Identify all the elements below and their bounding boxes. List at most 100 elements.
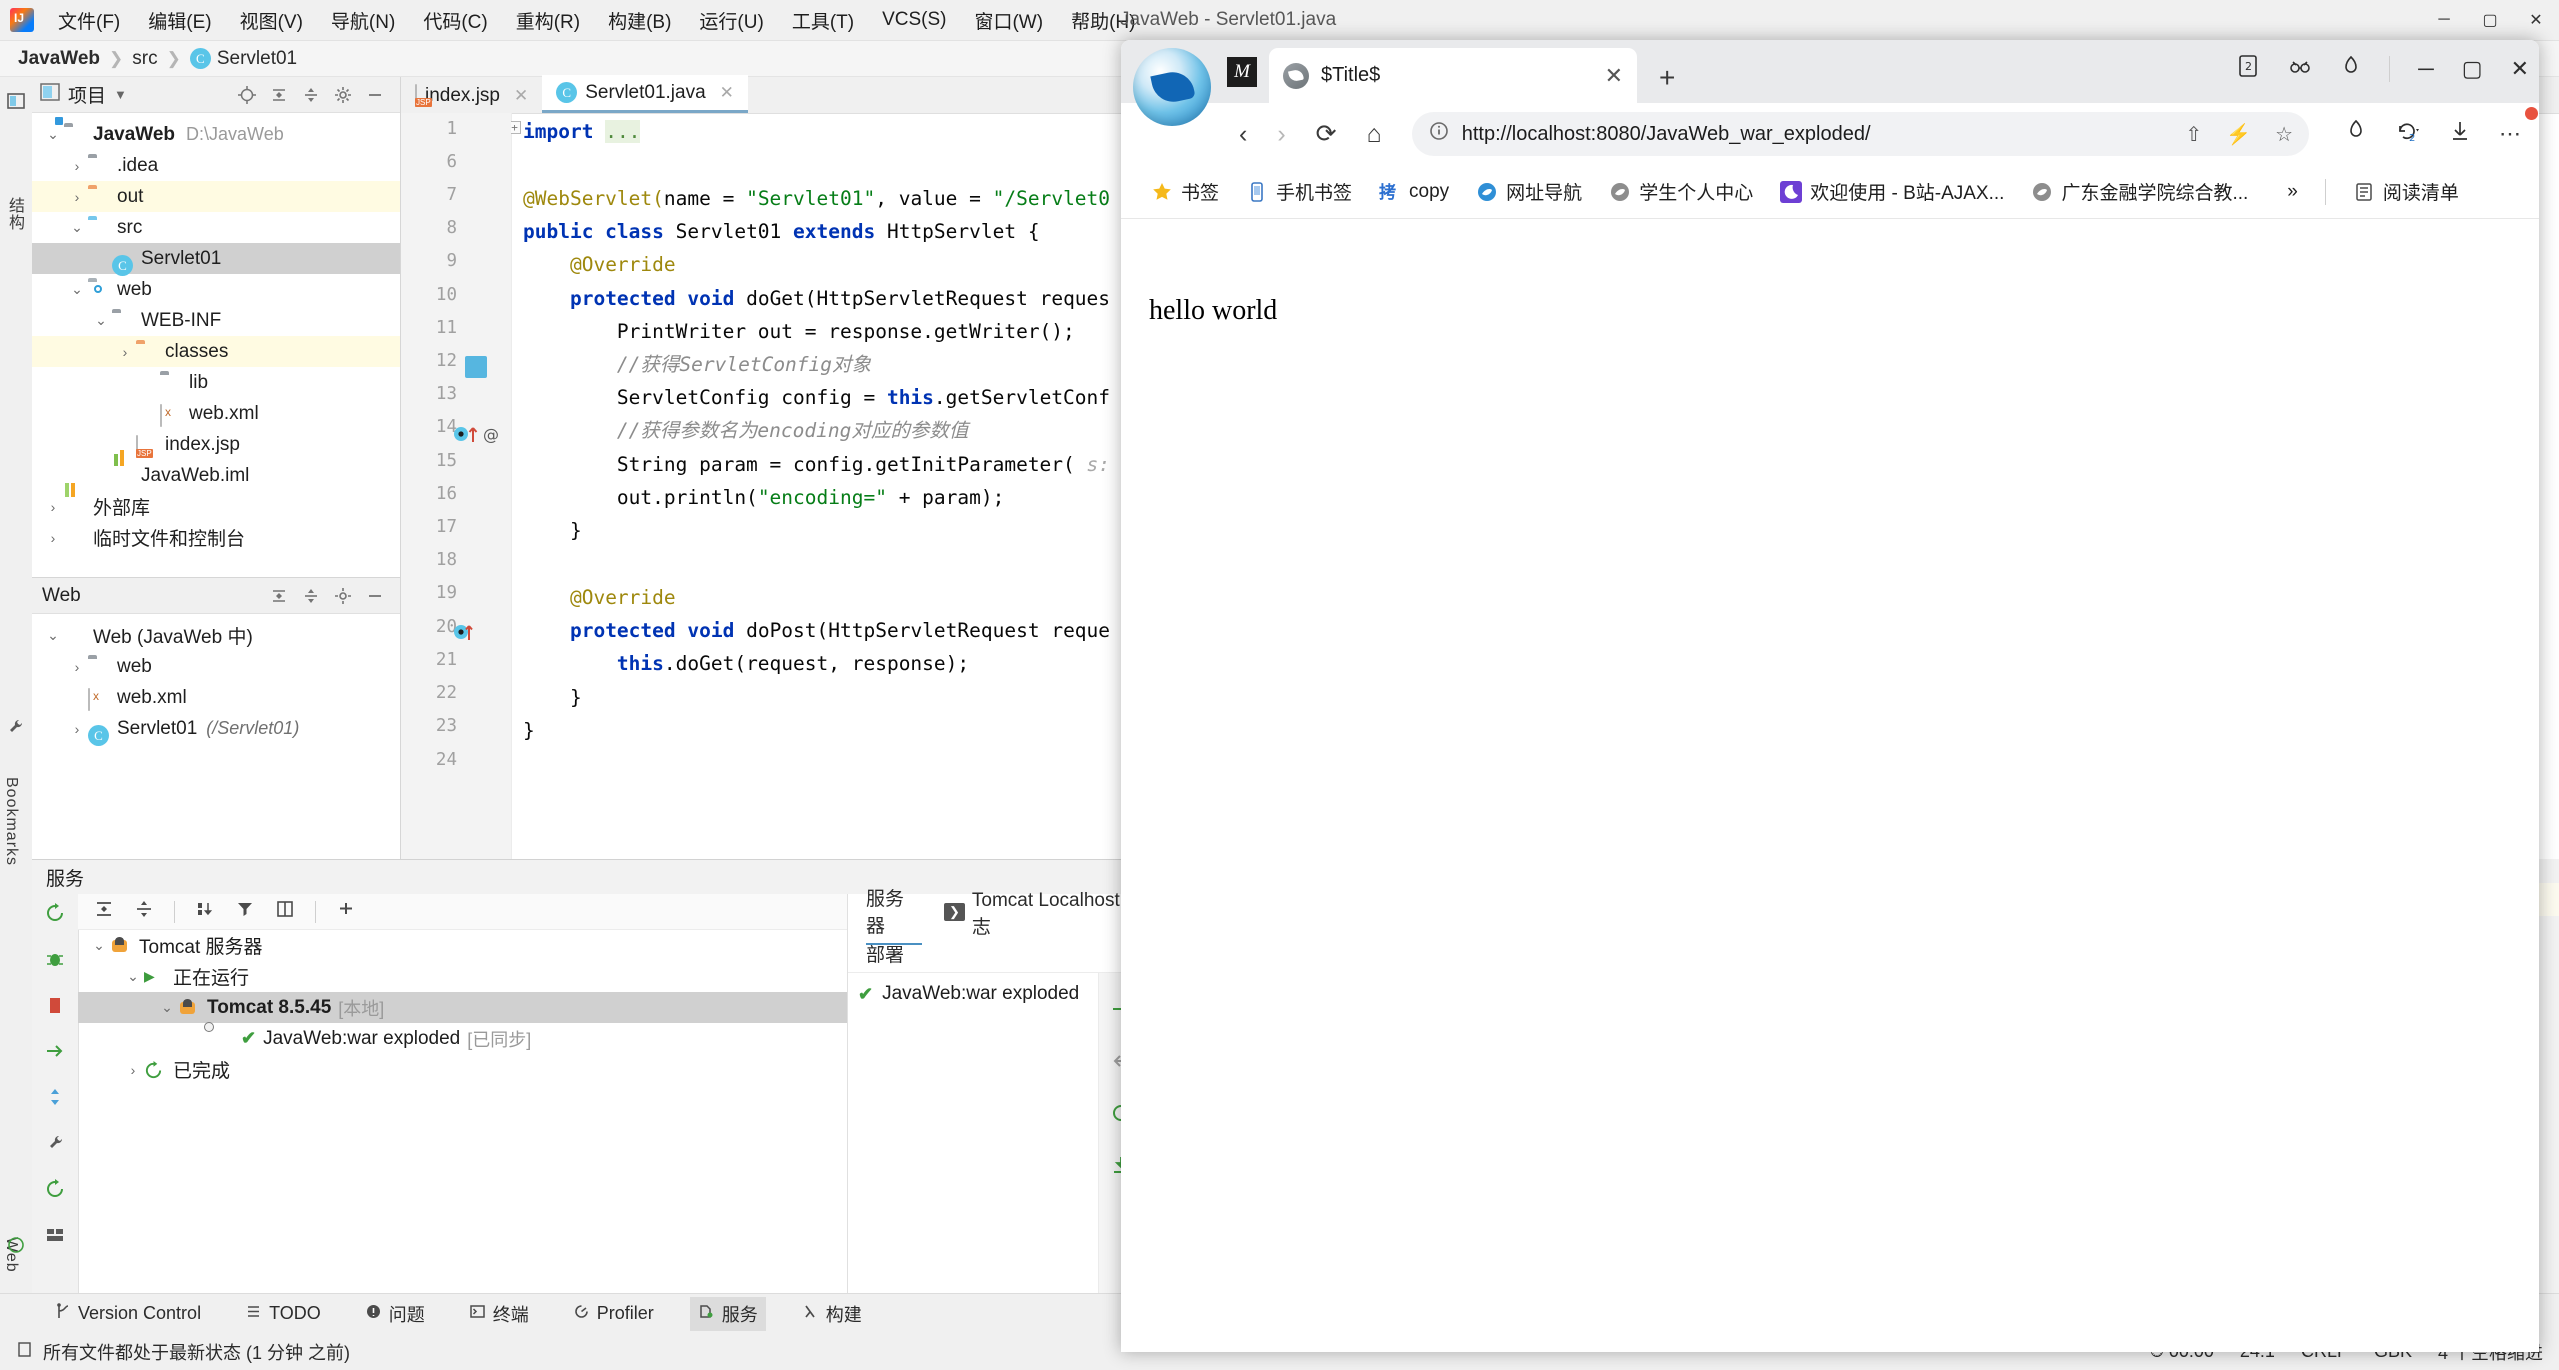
web-icon[interactable] — [6, 1235, 26, 1255]
tree-item-servlet01[interactable]: › C Servlet01 — [32, 243, 400, 274]
chevron-icon[interactable]: › — [66, 158, 88, 174]
filter-icon[interactable] — [235, 899, 255, 925]
history-icon[interactable]: 2 — [2395, 119, 2421, 149]
tab-list-icon[interactable]: 2 — [2237, 54, 2259, 84]
maximize-button[interactable]: ▢ — [2467, 10, 2513, 30]
toolwindow-terminal[interactable]: 终端 — [461, 1297, 537, 1331]
locate-icon[interactable] — [238, 86, 256, 104]
new-tab-button[interactable]: + — [1659, 62, 1675, 94]
bookmarks-tool-label[interactable]: Bookmarks — [2, 777, 20, 866]
chevron-icon[interactable]: ⌄ — [122, 968, 144, 985]
tree-item-src[interactable]: ⌄ src — [32, 212, 400, 243]
close-icon[interactable]: ✕ — [1605, 63, 1623, 89]
chevron-icon[interactable]: ⌄ — [66, 219, 88, 236]
breadcrumb-project[interactable]: JavaWeb — [18, 48, 100, 70]
gear-icon[interactable] — [334, 587, 352, 605]
close-button[interactable]: ✕ — [2511, 56, 2529, 82]
reading-list-button[interactable]: 阅读清单 — [2343, 173, 2469, 210]
tree-item-web-inf[interactable]: ⌄ WEB-INF — [32, 305, 400, 336]
profile-icon[interactable] — [2341, 55, 2361, 83]
bookmarks-overflow-button[interactable]: » — [2277, 176, 2308, 208]
web-tree-item-webxml[interactable]: › web.xml — [32, 682, 400, 713]
rerun-icon[interactable] — [44, 902, 66, 924]
minimize-button[interactable]: ─ — [2421, 11, 2467, 29]
menu-view[interactable]: 视图(V) — [226, 3, 317, 38]
menu-run[interactable]: 运行(U) — [685, 3, 777, 38]
menu-file[interactable]: 文件(F) — [44, 3, 134, 38]
update-icon[interactable] — [44, 1086, 66, 1108]
debug-icon[interactable] — [44, 948, 66, 970]
chevron-icon[interactable]: ⌄ — [88, 937, 110, 954]
browser-tab[interactable]: $Title$ ✕ — [1269, 48, 1637, 103]
override-gutter-icon[interactable]: @ — [453, 423, 499, 451]
close-icon[interactable]: ✕ — [720, 83, 734, 103]
fold-expand-icon[interactable]: + — [511, 121, 521, 134]
tree-item-web[interactable]: ⌄ web — [32, 274, 400, 305]
refresh-icon[interactable] — [44, 1178, 66, 1200]
menu-navigate[interactable]: 导航(N) — [317, 3, 409, 38]
menu-build[interactable]: 构建(B) — [594, 3, 685, 38]
lightning-icon[interactable]: ⚡ — [2226, 122, 2251, 147]
expand-all-icon[interactable] — [134, 899, 154, 925]
tree-item-iml[interactable]: › JavaWeb.iml — [32, 460, 400, 491]
m-extension-icon[interactable]: M — [1227, 57, 1257, 87]
tree-item-scratches[interactable]: › 临时文件和控制台 — [32, 522, 400, 553]
toolwindow-problems[interactable]: 问题 — [357, 1297, 433, 1331]
menu-refactor[interactable]: 重构(R) — [502, 3, 594, 38]
address-bar[interactable]: http://localhost:8080/JavaWeb_war_explod… — [1412, 112, 2309, 156]
chevron-icon[interactable]: › — [42, 530, 64, 546]
bookmark-student-center[interactable]: 学生个人中心 — [1599, 173, 1763, 210]
override-gutter-icon[interactable] — [453, 621, 473, 649]
collapse-all-icon[interactable] — [270, 86, 288, 104]
chevron-icon[interactable]: ⌄ — [42, 126, 64, 143]
web-tree-item-servlet01[interactable]: › C Servlet01 (/Servlet01) — [32, 713, 400, 744]
tree-item-out[interactable]: › out — [32, 181, 400, 212]
add-icon[interactable] — [336, 899, 356, 925]
tree-item-lib[interactable]: › lib — [32, 367, 400, 398]
structure-tool-label[interactable]: 结构 — [2, 197, 26, 231]
wrench-icon[interactable] — [6, 717, 26, 737]
tree-item-javaweb[interactable]: ⌄ JavaWeb D:\JavaWeb — [32, 119, 400, 150]
breadcrumb-folder[interactable]: src — [132, 48, 157, 70]
close-button[interactable]: ✕ — [2513, 10, 2559, 30]
menu-window[interactable]: 窗口(W) — [960, 3, 1057, 38]
expand-all-icon[interactable] — [302, 86, 320, 104]
deploy-icon[interactable] — [44, 1040, 66, 1062]
chevron-icon[interactable]: › — [114, 344, 136, 360]
menu-edit[interactable]: 编辑(E) — [134, 3, 225, 38]
reload-icon[interactable]: ⟳ — [1316, 119, 1337, 149]
settings-icon[interactable] — [44, 1132, 66, 1154]
share-icon[interactable]: ⇧ — [2185, 122, 2202, 147]
star-icon[interactable]: ☆ — [2275, 122, 2293, 147]
hide-panel-icon[interactable] — [366, 86, 384, 104]
chevron-icon[interactable]: ⌄ — [90, 312, 112, 329]
menu-tools[interactable]: 工具(T) — [778, 3, 868, 38]
tab-index-jsp[interactable]: index.jsp ✕ — [401, 78, 542, 113]
web-tree-item-module[interactable]: ⌄ Web (JavaWeb 中) — [32, 620, 400, 651]
servlet-gutter-icon[interactable] — [465, 356, 487, 378]
home-icon[interactable]: ⌂ — [1367, 120, 1382, 149]
bookmark-favorites[interactable]: 书签 — [1141, 173, 1229, 210]
chevron-icon[interactable]: ⌄ — [156, 999, 178, 1016]
chevron-icon[interactable]: › — [66, 659, 88, 675]
chevron-icon[interactable]: ⌄ — [66, 281, 88, 298]
bookmark-mobile[interactable]: 手机书签 — [1236, 173, 1362, 210]
back-icon[interactable]: ‹ — [1239, 120, 1247, 149]
web-tree-item-web[interactable]: › web — [32, 651, 400, 682]
tree-item-webxml[interactable]: › web.xml — [32, 398, 400, 429]
tree-item-idea[interactable]: › .idea — [32, 150, 400, 181]
menu-vcs[interactable]: VCS(S) — [868, 5, 960, 35]
tree-item-external-libraries[interactable]: › 外部库 — [32, 491, 400, 522]
tab-servlet01-java[interactable]: C Servlet01.java ✕ — [542, 75, 748, 113]
chevron-icon[interactable]: ⌄ — [42, 627, 64, 644]
toolwindow-build[interactable]: 构建 — [794, 1297, 870, 1331]
profile-icon[interactable] — [2345, 119, 2367, 149]
gear-icon[interactable] — [334, 86, 352, 104]
chevron-down-icon[interactable]: ▼ — [114, 87, 127, 102]
chevron-icon[interactable]: › — [42, 499, 64, 515]
tree-item-indexjsp[interactable]: › index.jsp — [32, 429, 400, 460]
chevron-icon[interactable]: › — [66, 189, 88, 205]
more-menu-icon[interactable]: ⋯ — [2499, 121, 2521, 147]
hide-panel-icon[interactable] — [366, 587, 384, 605]
layout-icon[interactable] — [275, 899, 295, 925]
